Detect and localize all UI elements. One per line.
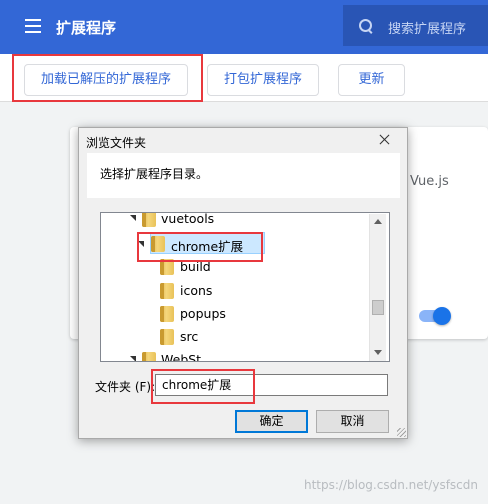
tree-label: popups bbox=[180, 306, 226, 321]
resize-grip-icon[interactable] bbox=[397, 428, 406, 437]
folder-tree[interactable]: vuetools chrome扩展 build icons popups src… bbox=[100, 212, 390, 362]
scroll-down-icon[interactable] bbox=[374, 350, 382, 355]
page-title: 扩展程序 bbox=[56, 19, 117, 37]
tree-label: icons bbox=[180, 283, 213, 298]
tree-scrollbar[interactable] bbox=[369, 214, 386, 361]
tree-row-webst[interactable]: WebSt bbox=[101, 349, 371, 362]
tree-label: src bbox=[180, 329, 199, 344]
tree-row-vuetools[interactable]: vuetools bbox=[101, 212, 371, 230]
scroll-up-icon[interactable] bbox=[374, 219, 382, 224]
folder-icon bbox=[151, 236, 165, 252]
folder-icon bbox=[160, 306, 174, 322]
expand-arrow-icon[interactable] bbox=[130, 215, 136, 221]
tree-label: chrome扩展 bbox=[171, 239, 244, 254]
tree-row-build[interactable]: build bbox=[101, 256, 371, 278]
folder-input[interactable]: chrome扩展 bbox=[155, 374, 388, 396]
load-unpacked-button[interactable]: 加载已解压的扩展程序 bbox=[24, 64, 188, 96]
tree-row-chrome-ext[interactable]: chrome扩展 bbox=[150, 232, 265, 254]
tree-row-icons[interactable]: icons bbox=[101, 280, 371, 302]
dialog-prompt: 选择扩展程序目录。 bbox=[100, 167, 209, 181]
browse-folder-dialog: 浏览文件夹 选择扩展程序目录。 vuetools chrome扩展 build … bbox=[78, 127, 408, 439]
folder-icon bbox=[160, 283, 174, 299]
tree-label: vuetools bbox=[161, 212, 215, 226]
menu-icon[interactable] bbox=[25, 19, 41, 33]
ok-button[interactable]: 确定 bbox=[235, 410, 308, 433]
dialog-prompt-area: 选择扩展程序目录。 bbox=[87, 153, 400, 198]
folder-icon bbox=[142, 352, 156, 361]
update-button[interactable]: 更新 bbox=[338, 64, 405, 96]
folder-field-label: 文件夹 (F): bbox=[95, 380, 156, 394]
watermark: https://blog.csdn.net/ysfscdn bbox=[303, 478, 478, 492]
extension-name: Vue.js bbox=[410, 174, 449, 189]
cancel-button[interactable]: 取消 bbox=[316, 410, 389, 433]
expand-arrow-icon[interactable] bbox=[138, 241, 144, 247]
enable-toggle[interactable] bbox=[433, 307, 451, 325]
close-icon[interactable] bbox=[362, 128, 407, 151]
tree-label: WebSt bbox=[161, 352, 202, 362]
folder-icon bbox=[160, 259, 174, 275]
dev-toolbar: 加载已解压的扩展程序 打包扩展程序 更新 bbox=[0, 54, 488, 102]
folder-icon bbox=[160, 329, 174, 345]
folder-icon bbox=[142, 213, 156, 227]
scroll-thumb[interactable] bbox=[372, 300, 384, 315]
expand-arrow-icon[interactable] bbox=[130, 356, 136, 361]
pack-extension-button[interactable]: 打包扩展程序 bbox=[207, 64, 319, 96]
dialog-title: 浏览文件夹 bbox=[86, 136, 147, 150]
tree-row-popups[interactable]: popups bbox=[101, 303, 371, 325]
search-box[interactable]: 搜索扩展程序 bbox=[343, 5, 488, 46]
search-icon bbox=[359, 19, 373, 33]
tree-label: build bbox=[180, 259, 211, 274]
tree-row-src[interactable]: src bbox=[101, 326, 371, 348]
search-input[interactable]: 搜索扩展程序 bbox=[388, 18, 466, 37]
